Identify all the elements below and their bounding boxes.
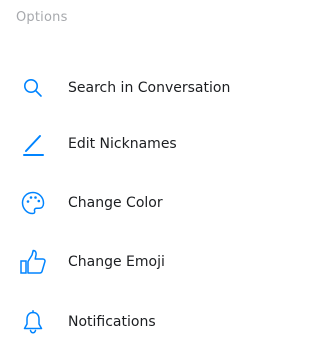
edit-nicknames-label: Edit Nicknames — [68, 136, 177, 152]
change-color-label: Change Color — [68, 195, 163, 211]
palette-icon — [18, 188, 48, 218]
change-emoji-item[interactable]: Change Emoji — [0, 240, 263, 284]
search-in-conversation-item[interactable]: Search in Conversation — [0, 66, 263, 110]
edit-nicknames-item[interactable]: Edit Nicknames — [0, 122, 263, 166]
options-heading: Options — [16, 10, 68, 25]
search-icon — [18, 73, 48, 103]
thumbs-up-icon — [18, 247, 48, 277]
bell-icon — [18, 307, 48, 337]
notifications-item[interactable]: Notifications — [0, 300, 263, 344]
conversation-options-panel: Options Search in Conversation Edit Nick… — [0, 0, 263, 349]
pencil-icon — [18, 129, 48, 159]
change-color-item[interactable]: Change Color — [0, 181, 263, 225]
notifications-label: Notifications — [68, 314, 156, 330]
search-in-conversation-label: Search in Conversation — [68, 80, 231, 96]
change-emoji-label: Change Emoji — [68, 254, 165, 270]
